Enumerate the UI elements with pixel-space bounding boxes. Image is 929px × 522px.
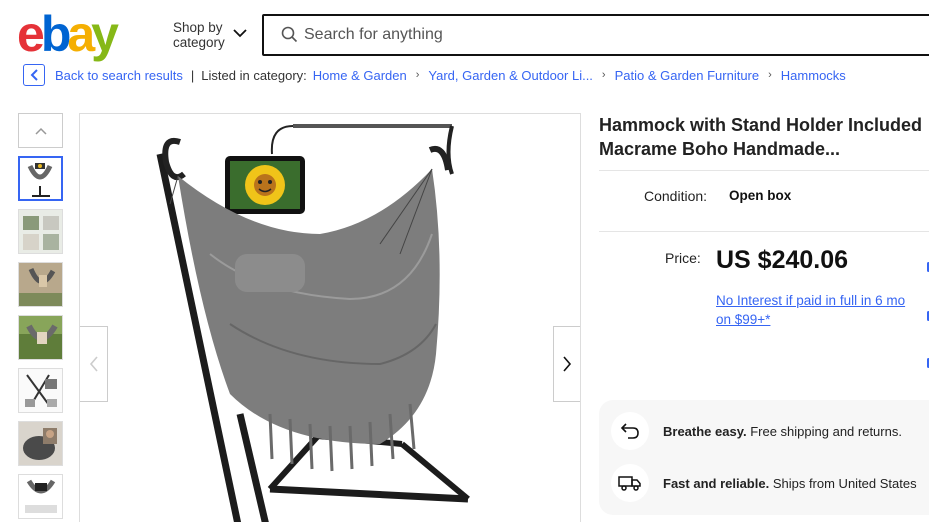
hammock-thumbnail-image bbox=[19, 210, 62, 253]
delivery-truck-icon bbox=[611, 464, 649, 502]
hammock-thumbnail-image bbox=[20, 158, 61, 199]
logo-letter-b: b bbox=[40, 6, 71, 62]
price-label: Price: bbox=[665, 250, 701, 266]
breadcrumb-patio-furniture[interactable]: Patio & Garden Furniture bbox=[615, 68, 760, 83]
hammock-thumbnail-image bbox=[19, 422, 62, 465]
promo-returns-bold: Breathe easy. bbox=[663, 424, 747, 439]
condition-value: Open box bbox=[729, 188, 792, 203]
thumbnail-6[interactable] bbox=[18, 421, 63, 466]
shop-by-category-button[interactable]: Shop by category bbox=[173, 20, 247, 50]
thumbnail-1[interactable] bbox=[18, 156, 63, 201]
hammock-chair-image bbox=[156, 124, 470, 522]
logo-letter-a: a bbox=[67, 6, 95, 62]
thumbnail-3[interactable] bbox=[18, 262, 63, 307]
chevron-right-icon bbox=[563, 356, 572, 372]
divider bbox=[599, 170, 929, 171]
financing-link[interactable]: No Interest if paid in full in 6 mo on $… bbox=[716, 291, 916, 329]
back-button[interactable] bbox=[23, 64, 45, 86]
search-icon bbox=[281, 26, 298, 43]
search-input[interactable] bbox=[304, 22, 904, 48]
back-to-search-link[interactable]: Back to search results bbox=[55, 68, 183, 83]
thumbnail-4[interactable] bbox=[18, 315, 63, 360]
search-bar[interactable] bbox=[262, 14, 929, 56]
promo-shipping-bold: Fast and reliable. bbox=[663, 476, 770, 491]
divider bbox=[599, 231, 929, 232]
thumbnail-5[interactable] bbox=[18, 368, 63, 413]
price-value: US $240.06 bbox=[716, 246, 849, 274]
breadcrumb-yard-garden[interactable]: Yard, Garden & Outdoor Li... bbox=[428, 68, 593, 83]
chevron-down-icon bbox=[233, 29, 247, 38]
chevron-right-icon: › bbox=[768, 69, 772, 81]
ebay-logo[interactable]: ebay bbox=[17, 8, 137, 60]
listed-in-category-label: Listed in category: bbox=[201, 67, 307, 83]
hammock-thumbnail-image bbox=[19, 475, 62, 518]
chevron-up-icon bbox=[34, 127, 47, 135]
condition-label: Condition: bbox=[644, 188, 708, 204]
listing-title: Hammock with Stand Holder Included Macra… bbox=[599, 115, 923, 159]
promo-returns-text: Free shipping and returns. bbox=[746, 424, 902, 439]
chevron-left-icon bbox=[30, 69, 38, 81]
breadcrumb-divider: | bbox=[190, 67, 195, 83]
main-product-image[interactable] bbox=[79, 113, 581, 522]
breadcrumb-home-garden[interactable]: Home & Garden bbox=[313, 68, 407, 83]
logo-letter-y: y bbox=[91, 6, 119, 62]
previous-image-button[interactable] bbox=[80, 326, 108, 402]
promo-shipping-text: Ships from United States bbox=[769, 476, 917, 491]
return-arrow-icon bbox=[611, 412, 649, 450]
category-label: category bbox=[173, 35, 225, 50]
breadcrumb: Back to search results | Listed in categ… bbox=[23, 63, 846, 87]
logo-letter-e: e bbox=[17, 6, 45, 62]
chevron-left-icon bbox=[89, 356, 98, 372]
thumbnail-scroll-up-button[interactable] bbox=[18, 113, 63, 148]
promo-returns: Breathe easy. Free shipping and returns. bbox=[663, 424, 902, 439]
next-image-button[interactable] bbox=[553, 326, 580, 402]
chevron-right-icon: › bbox=[601, 69, 606, 81]
hammock-thumbnail-image bbox=[19, 263, 62, 306]
shipping-promo-box: Breathe easy. Free shipping and returns.… bbox=[599, 400, 929, 515]
chevron-right-icon: › bbox=[415, 69, 420, 81]
shop-by-label: Shop by bbox=[173, 20, 223, 35]
breadcrumb-hammocks[interactable]: Hammocks bbox=[781, 68, 846, 83]
hammock-thumbnail-image bbox=[19, 316, 62, 359]
promo-shipping: Fast and reliable. Ships from United Sta… bbox=[663, 476, 917, 491]
thumbnail-2[interactable] bbox=[18, 209, 63, 254]
hammock-thumbnail-image bbox=[19, 369, 62, 412]
thumbnail-7[interactable] bbox=[18, 474, 63, 519]
